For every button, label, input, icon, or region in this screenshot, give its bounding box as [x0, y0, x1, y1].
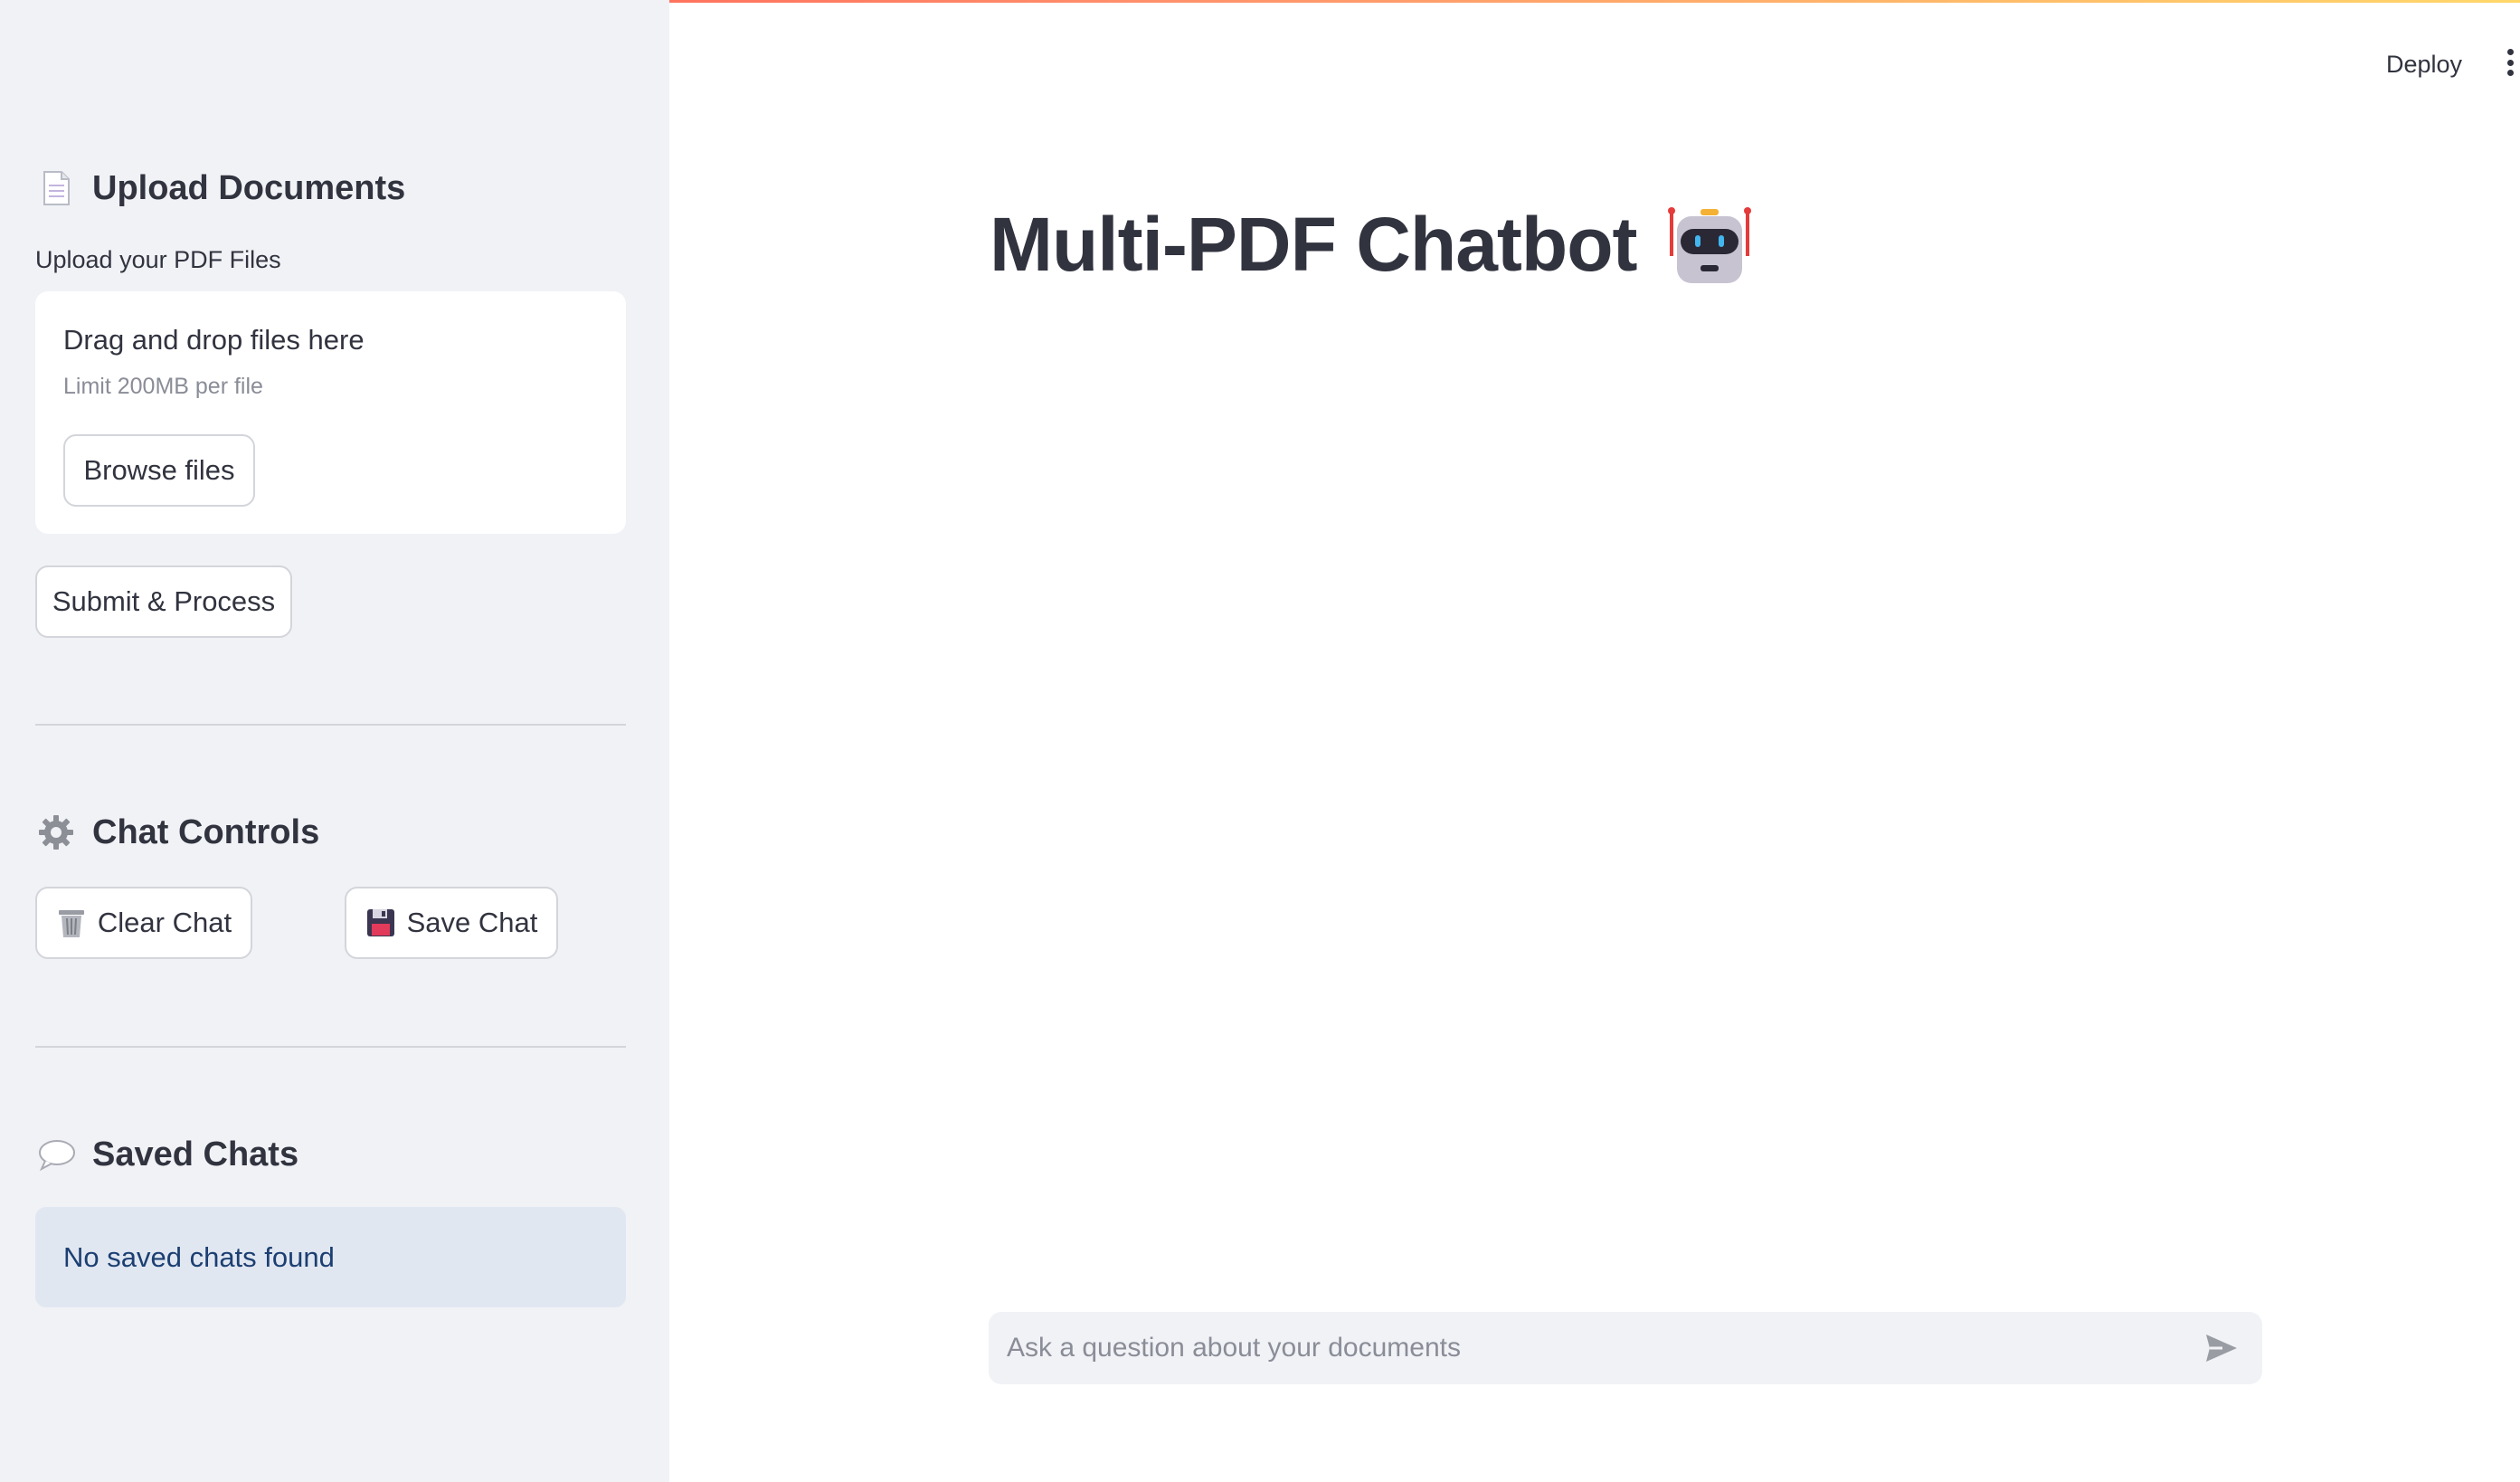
chat-input[interactable] — [1005, 1332, 2203, 1364]
trash-icon — [58, 910, 84, 937]
saved-chats-title: Saved Chats — [92, 1135, 299, 1173]
gear-icon — [39, 815, 73, 850]
deploy-button[interactable]: Deploy — [2370, 45, 2478, 84]
chat-controls-title: Chat Controls — [92, 812, 320, 851]
file-dropzone[interactable]: Drag and drop files here Limit 200MB per… — [35, 291, 626, 534]
save-chat-label: Save Chat — [406, 907, 538, 938]
upload-documents-title: Upload Documents — [92, 168, 406, 207]
page-title-text: Multi-PDF Chatbot — [990, 202, 1637, 287]
upload-documents-header: Upload Documents — [36, 168, 405, 208]
submit-process-button[interactable]: Submit & Process — [35, 565, 292, 638]
sidebar: Upload Documents Upload your PDF Files D… — [0, 0, 669, 1482]
page-title: Multi-PDF Chatbot — [990, 201, 1753, 289]
document-icon — [43, 171, 70, 205]
saved-chats-header: Saved Chats — [36, 1135, 298, 1174]
no-saved-chats-alert: No saved chats found — [35, 1207, 626, 1307]
floppy-disk-icon — [366, 909, 394, 936]
kebab-menu-icon[interactable] — [2506, 49, 2515, 76]
no-saved-chats-message: No saved chats found — [63, 1240, 335, 1273]
chat-input-bar — [989, 1312, 2262, 1384]
browse-files-button[interactable]: Browse files — [63, 434, 255, 507]
send-icon[interactable] — [2203, 1329, 2241, 1367]
clear-chat-button[interactable]: Clear Chat — [35, 887, 252, 959]
dropzone-title: Drag and drop files here — [63, 324, 365, 356]
chat-controls-header: Chat Controls — [36, 812, 319, 852]
save-chat-button[interactable]: Save Chat — [345, 887, 558, 959]
sidebar-divider — [35, 1046, 626, 1048]
clear-chat-label: Clear Chat — [97, 907, 232, 938]
dropzone-limit-text: Limit 200MB per file — [63, 374, 263, 399]
sidebar-divider — [35, 724, 626, 726]
upload-field-label: Upload your PDF Files — [35, 246, 281, 273]
robot-icon — [1667, 206, 1751, 283]
speech-bubble-icon — [39, 1140, 75, 1172]
